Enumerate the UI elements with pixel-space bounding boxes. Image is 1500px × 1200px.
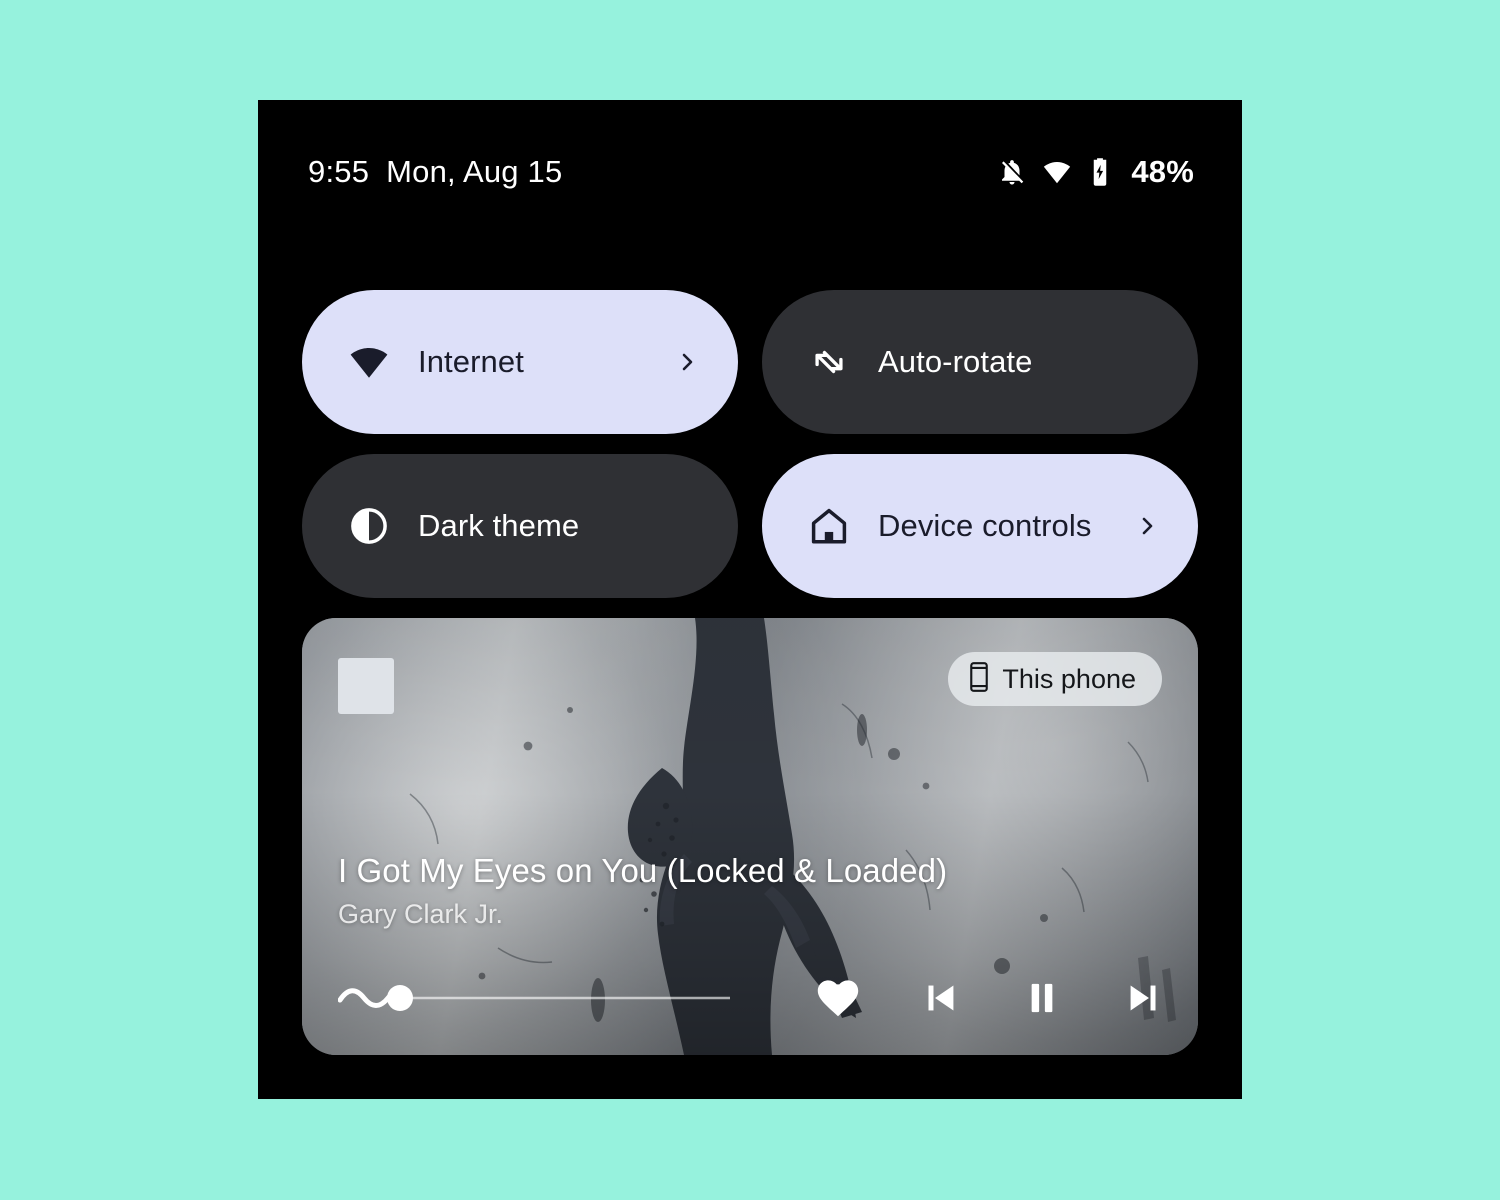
media-app-icon xyxy=(338,658,394,714)
tile-internet-label: Internet xyxy=(418,344,524,379)
battery-percent-label: 48% xyxy=(1131,154,1194,189)
status-clock: 9:55 xyxy=(308,154,370,189)
media-title: I Got My Eyes on You (Locked & Loaded) xyxy=(338,852,948,889)
contrast-icon xyxy=(348,505,390,547)
skip-previous-icon[interactable] xyxy=(912,970,968,1026)
media-transport-controls xyxy=(810,970,1172,1026)
output-device-chip[interactable]: This phone xyxy=(948,652,1162,706)
battery-charging-icon xyxy=(1087,157,1113,187)
status-date: Mon, Aug 15 xyxy=(386,154,563,189)
media-artist: Gary Clark Jr. xyxy=(338,899,504,929)
status-bar-right: 48% xyxy=(997,154,1194,190)
tile-auto-rotate[interactable]: Auto-rotate xyxy=(762,290,1198,434)
notifications-off-icon xyxy=(997,157,1027,187)
media-controls-bar xyxy=(302,967,1198,1029)
status-bar-left: 9:55 Mon, Aug 15 xyxy=(308,154,562,190)
skip-next-icon[interactable] xyxy=(1116,970,1172,1026)
output-device-label: This phone xyxy=(1002,663,1136,694)
heart-filled-icon[interactable] xyxy=(810,970,866,1026)
chevron-right-icon[interactable] xyxy=(1134,509,1160,543)
tile-dark-theme[interactable]: Dark theme xyxy=(302,454,738,598)
tile-auto-rotate-label: Auto-rotate xyxy=(878,344,1033,379)
quick-settings-tiles: Internet Auto-rotate Dark theme Device c… xyxy=(302,290,1198,598)
pause-icon[interactable] xyxy=(1014,970,1070,1026)
phone-icon xyxy=(968,661,990,698)
tile-dark-theme-label: Dark theme xyxy=(418,508,580,543)
wifi-icon xyxy=(1042,157,1072,187)
media-player-card[interactable]: This phone I Got My Eyes on You (Locked … xyxy=(302,618,1198,1055)
phone-screen: 9:55 Mon, Aug 15 48% Internet Auto-rotat… xyxy=(258,100,1242,1099)
tile-device-controls[interactable]: Device controls xyxy=(762,454,1198,598)
tile-device-controls-label: Device controls xyxy=(878,508,1092,543)
status-bar: 9:55 Mon, Aug 15 48% xyxy=(258,148,1242,196)
wifi-icon xyxy=(348,341,390,383)
auto-rotate-icon xyxy=(808,341,850,383)
media-progress-slider[interactable] xyxy=(338,978,730,1018)
media-text-block: I Got My Eyes on You (Locked & Loaded) G… xyxy=(338,852,1038,930)
home-icon xyxy=(808,505,850,547)
tile-internet[interactable]: Internet xyxy=(302,290,738,434)
chevron-right-icon[interactable] xyxy=(674,345,700,379)
